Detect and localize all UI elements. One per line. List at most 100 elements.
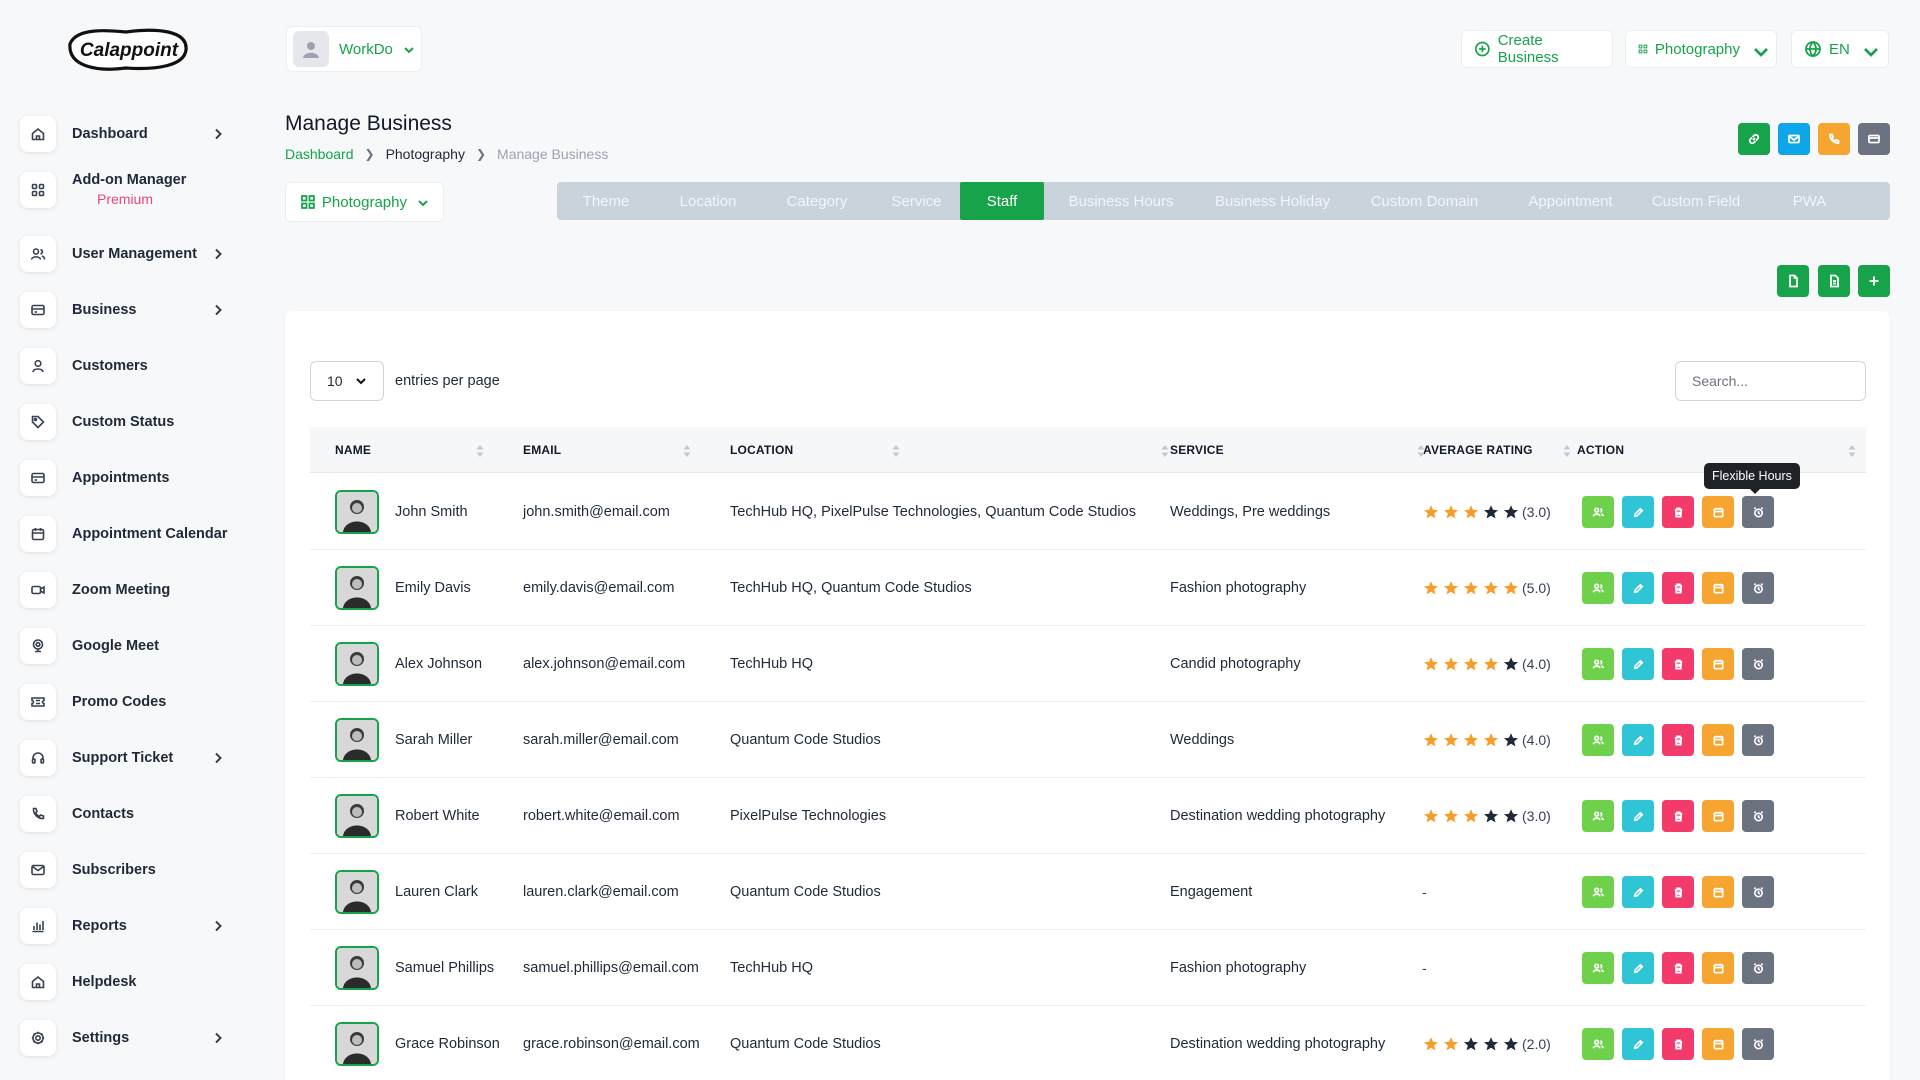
email-button[interactable] — [1778, 123, 1810, 155]
delete-button[interactable] — [1662, 1028, 1694, 1060]
language-selector[interactable]: EN — [1791, 30, 1889, 68]
edit-button[interactable] — [1622, 876, 1654, 908]
edit-button[interactable] — [1622, 496, 1654, 528]
edit-button[interactable] — [1622, 648, 1654, 680]
tab-custom-domain[interactable]: Custom Domain — [1347, 182, 1502, 220]
delete-button[interactable] — [1662, 952, 1694, 984]
schedule-button[interactable] — [1702, 496, 1734, 528]
edit-button[interactable] — [1622, 572, 1654, 604]
delete-button[interactable] — [1662, 876, 1694, 908]
delete-button[interactable] — [1662, 496, 1694, 528]
delete-button[interactable] — [1662, 572, 1694, 604]
create-business-button[interactable]: Create Business — [1461, 30, 1613, 68]
tab-staff[interactable]: Staff — [960, 182, 1044, 220]
flexible-hours-button[interactable] — [1742, 648, 1774, 680]
add-staff-button[interactable] — [1858, 265, 1890, 297]
edit-button[interactable] — [1622, 1028, 1654, 1060]
sidebar-item-settings[interactable]: Settings — [20, 1020, 250, 1056]
sidebar-item-contacts[interactable]: Contacts — [20, 796, 250, 832]
tab-theme[interactable]: Theme — [557, 182, 655, 220]
call-button[interactable] — [1818, 123, 1850, 155]
tab-location[interactable]: Location — [655, 182, 761, 220]
breadcrumb-dashboard[interactable]: Dashboard — [285, 146, 354, 162]
edit-button[interactable] — [1622, 724, 1654, 756]
column-header-name[interactable]: NAME — [335, 443, 371, 457]
flexible-hours-button[interactable] — [1742, 724, 1774, 756]
sidebar-item-google-meet[interactable]: Google Meet — [20, 628, 250, 664]
delete-button[interactable] — [1662, 648, 1694, 680]
export-button[interactable] — [1777, 265, 1809, 297]
sidebar-item-business[interactable]: Business — [20, 292, 250, 328]
assign-button[interactable] — [1582, 952, 1614, 984]
sidebar-item-customers[interactable]: Customers — [20, 348, 250, 384]
sidebar-item-appointments[interactable]: Appointments — [20, 460, 250, 496]
schedule-button[interactable] — [1702, 952, 1734, 984]
flexible-hours-button[interactable] — [1742, 876, 1774, 908]
edit-button[interactable] — [1622, 800, 1654, 832]
sort-icon[interactable] — [682, 443, 692, 459]
tab-service[interactable]: Service — [873, 182, 960, 220]
tab-appointment[interactable]: Appointment — [1502, 182, 1639, 220]
schedule-button[interactable] — [1702, 1028, 1734, 1060]
star-filled-icon — [1424, 581, 1438, 595]
sidebar-item-support-ticket[interactable]: Support Ticket — [20, 740, 250, 776]
delete-button[interactable] — [1662, 724, 1694, 756]
delete-button[interactable] — [1662, 800, 1694, 832]
card-button[interactable] — [1858, 123, 1890, 155]
sort-icon[interactable] — [1416, 443, 1426, 459]
tab-pwa[interactable]: PWA — [1753, 182, 1866, 220]
flexible-hours-button[interactable] — [1742, 1028, 1774, 1060]
business-selector[interactable]: Photography — [1625, 30, 1777, 68]
column-header-email[interactable]: EMAIL — [523, 443, 561, 457]
schedule-button[interactable] — [1702, 724, 1734, 756]
column-header-average-rating[interactable]: AVERAGE RATING — [1423, 443, 1533, 457]
import-button[interactable] — [1818, 265, 1850, 297]
user-menu[interactable]: WorkDo — [286, 26, 422, 72]
sidebar-item-label: Contacts — [72, 806, 135, 822]
breadcrumb-photography[interactable]: Photography — [386, 146, 465, 162]
sidebar-item-custom-status[interactable]: Custom Status — [20, 404, 250, 440]
sidebar-item-promo-codes[interactable]: Promo Codes — [20, 684, 250, 720]
assign-button[interactable] — [1582, 648, 1614, 680]
schedule-button[interactable] — [1702, 572, 1734, 604]
sidebar-item-zoom-meeting[interactable]: Zoom Meeting — [20, 572, 250, 608]
assign-button[interactable] — [1582, 1028, 1614, 1060]
schedule-button[interactable] — [1702, 800, 1734, 832]
sort-icon[interactable] — [1562, 443, 1572, 459]
entries-select[interactable]: 10 — [310, 361, 384, 401]
calappoint-logo[interactable]: Calappoint — [66, 26, 192, 76]
assign-button[interactable] — [1582, 496, 1614, 528]
sort-icon[interactable] — [891, 443, 901, 459]
sidebar-item-reports[interactable]: Reports — [20, 908, 250, 944]
column-header-action[interactable]: ACTION — [1577, 443, 1624, 457]
column-header-location[interactable]: LOCATION — [730, 443, 793, 457]
column-header-service[interactable]: SERVICE — [1170, 443, 1224, 457]
assign-button[interactable] — [1582, 800, 1614, 832]
sidebar-item-helpdesk[interactable]: Helpdesk — [20, 964, 250, 1000]
sidebar-item-subscribers[interactable]: Subscribers — [20, 852, 250, 888]
edit-button[interactable] — [1622, 952, 1654, 984]
tab-custom-field[interactable]: Custom Field — [1639, 182, 1753, 220]
sidebar-item-appointment-calendar[interactable]: Appointment Calendar — [20, 516, 250, 552]
schedule-button[interactable] — [1702, 648, 1734, 680]
sort-icon[interactable] — [1847, 443, 1857, 459]
business-select[interactable]: Photography — [285, 182, 444, 222]
flexible-hours-button[interactable] — [1742, 496, 1774, 528]
schedule-button[interactable] — [1702, 876, 1734, 908]
tab-business-hours[interactable]: Business Hours — [1044, 182, 1198, 220]
assign-button[interactable] — [1582, 724, 1614, 756]
flexible-hours-button[interactable] — [1742, 952, 1774, 984]
tab-business-holiday[interactable]: Business Holiday — [1198, 182, 1347, 220]
search-input[interactable] — [1675, 361, 1866, 401]
copy-link-button[interactable] — [1738, 123, 1770, 155]
sidebar-item-user-management[interactable]: User Management — [20, 236, 250, 272]
sidebar-item-dashboard[interactable]: Dashboard — [20, 116, 250, 152]
assign-button[interactable] — [1582, 572, 1614, 604]
assign-button[interactable] — [1582, 876, 1614, 908]
flexible-hours-button[interactable] — [1742, 800, 1774, 832]
sort-icon[interactable] — [1160, 443, 1170, 459]
tab-category[interactable]: Category — [761, 182, 873, 220]
sort-icon[interactable] — [475, 443, 485, 459]
sidebar-item-add-on-manager[interactable]: Add-on Manager Premium — [20, 172, 250, 216]
flexible-hours-button[interactable] — [1742, 572, 1774, 604]
